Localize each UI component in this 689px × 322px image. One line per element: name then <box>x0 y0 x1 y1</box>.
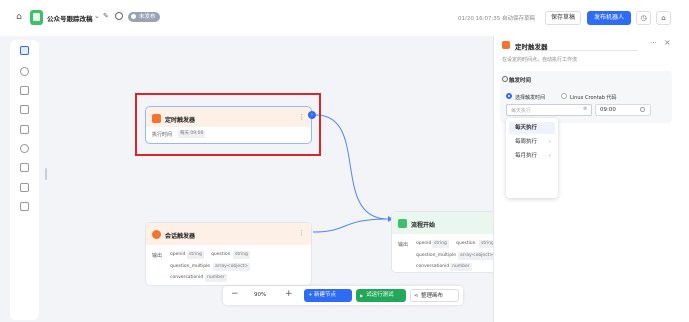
tidy-canvas-label: 整理画布 <box>421 293 444 299</box>
more-icon[interactable]: ··· <box>650 39 657 47</box>
radio-crontab-label[interactable]: Linux Crontab 代码 <box>570 94 617 101</box>
clock-icon <box>502 76 508 82</box>
run-test-label: 试运行测试 <box>366 292 394 298</box>
node-title: 会话触发器 <box>165 233 196 240</box>
chevron-right-icon: › <box>548 139 551 145</box>
field-type: string <box>432 240 449 248</box>
radio-select-time-label[interactable]: 选择触发时间 <box>515 94 545 101</box>
zoom-out-button[interactable]: − <box>231 289 239 299</box>
connection-timer-to-flow <box>315 114 389 220</box>
panel-description: 在设定的时间点，自动执行工作流 <box>502 57 578 63</box>
play-icon: ▶ <box>360 293 364 298</box>
field-type: number <box>450 263 472 271</box>
clear-icon[interactable]: ⊗ <box>583 106 587 112</box>
dropdown-option-daily[interactable]: 每天执行 <box>509 122 555 134</box>
chat-icon <box>152 230 161 239</box>
close-icon[interactable]: × <box>664 38 671 47</box>
field-type: number <box>205 274 227 282</box>
flow-start-icon <box>398 219 407 228</box>
field-type: array<object> <box>458 252 496 260</box>
dropdown-option-monthly[interactable]: 每月执行 › <box>509 150 555 162</box>
clock-icon <box>640 107 645 112</box>
field-name: conversationid <box>416 264 450 269</box>
option-label: 每月执行 <box>515 153 538 159</box>
field-name: question <box>211 252 231 257</box>
zoom-level: 90% <box>254 292 267 298</box>
field-name: question_multiple <box>170 264 211 269</box>
field-name: openid <box>170 252 186 257</box>
selection-highlight <box>135 93 321 156</box>
plus-icon: + <box>308 292 313 298</box>
more-icon[interactable]: ⋮ <box>298 229 305 237</box>
panel-title: 定时触发器 <box>515 43 548 51</box>
time-value: 09:00 <box>600 107 616 113</box>
field-name: question_multiple <box>416 253 457 258</box>
field-type: array<object> <box>213 263 251 271</box>
field-type: string <box>233 251 250 259</box>
timer-icon <box>502 41 510 49</box>
option-label: 每天执行 <box>515 125 538 131</box>
run-test-button[interactable]: ▶ 试运行测试 <box>356 289 406 302</box>
canvas-toolbar: − 90% + + 新建节点 ▶ 试运行测试 ⋖ 整理画布 <box>223 286 463 305</box>
zoom-in-button[interactable]: + <box>285 289 293 299</box>
field-name: openid <box>416 241 432 246</box>
new-node-button[interactable]: + 新建节点 <box>304 289 352 302</box>
field-type: string <box>187 251 204 259</box>
node-title: 流程开始 <box>411 222 436 229</box>
option-label: 每周执行 <box>515 139 538 145</box>
chevron-right-icon: › <box>548 153 551 159</box>
tidy-canvas-button[interactable]: ⋖ 整理画布 <box>410 289 459 302</box>
flow-start-node[interactable]: 流程开始 输出 openid string question string qu… <box>391 211 496 273</box>
frequency-dropdown: 每天执行 每周执行 › 每月执行 › <box>506 118 558 198</box>
tidy-icon: ⋖ <box>414 293 419 299</box>
output-label: 输出 <box>152 253 163 259</box>
connection-chat-to-flow <box>312 218 389 233</box>
chat-trigger-node[interactable]: 会话触发器 ⋮ 输出 openid string question string… <box>145 222 312 286</box>
dropdown-option-weekly[interactable]: 每周执行 › <box>509 136 555 148</box>
new-node-label: 新建节点 <box>314 292 337 298</box>
section-title: 触发时间 <box>509 78 532 84</box>
frequency-select-value: 每天执行 <box>511 108 532 114</box>
radio-select-time[interactable] <box>506 93 512 99</box>
output-label: 输出 <box>398 242 409 248</box>
field-name: question <box>456 241 476 246</box>
radio-crontab[interactable] <box>561 93 567 99</box>
field-name: conversationid <box>170 275 204 280</box>
node-header <box>392 212 493 234</box>
